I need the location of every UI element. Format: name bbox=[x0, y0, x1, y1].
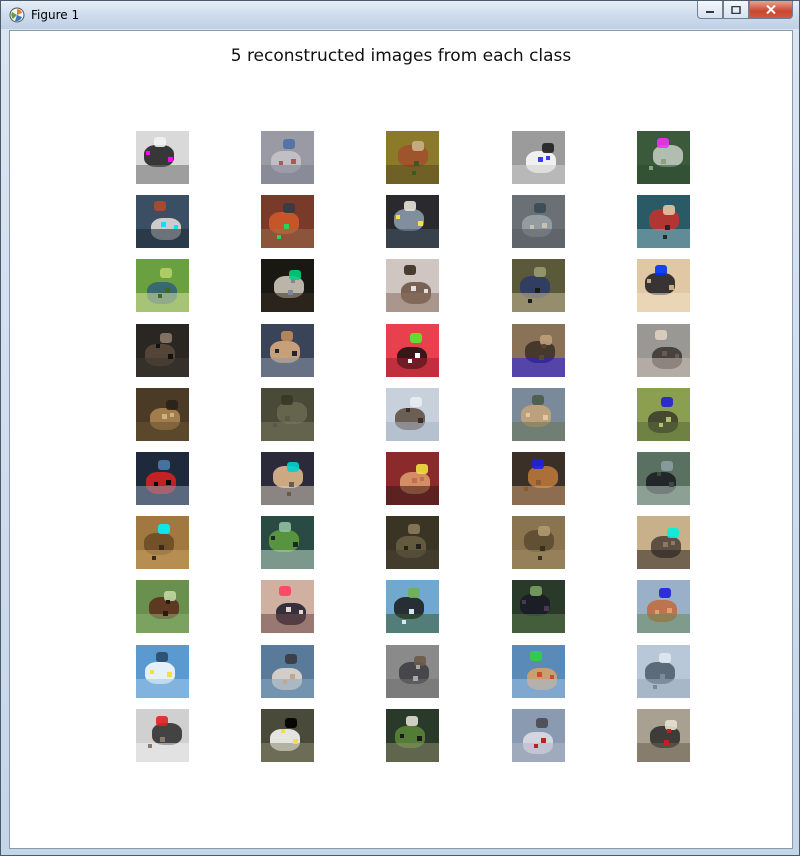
reconstructed-image bbox=[386, 259, 439, 312]
reconstructed-image bbox=[637, 259, 690, 312]
reconstructed-image bbox=[637, 709, 690, 762]
reconstructed-image bbox=[136, 131, 189, 184]
reconstructed-image bbox=[386, 580, 439, 633]
reconstructed-image bbox=[136, 388, 189, 441]
reconstructed-image bbox=[512, 580, 565, 633]
reconstructed-image bbox=[637, 580, 690, 633]
window-controls bbox=[697, 1, 793, 21]
reconstructed-image bbox=[386, 645, 439, 698]
figure-window: Figure 1 5 reconstructed images from eac… bbox=[0, 0, 800, 856]
reconstructed-image bbox=[261, 709, 314, 762]
reconstructed-image bbox=[136, 645, 189, 698]
title-bar[interactable]: Figure 1 bbox=[1, 1, 799, 29]
reconstructed-image bbox=[136, 580, 189, 633]
window-title: Figure 1 bbox=[31, 8, 80, 22]
close-icon bbox=[766, 5, 776, 14]
reconstructed-image bbox=[386, 388, 439, 441]
reconstructed-image bbox=[637, 452, 690, 505]
reconstructed-image bbox=[637, 324, 690, 377]
reconstructed-image bbox=[261, 388, 314, 441]
reconstructed-image bbox=[261, 131, 314, 184]
reconstructed-image bbox=[261, 580, 314, 633]
image-grid bbox=[10, 31, 792, 848]
reconstructed-image bbox=[512, 131, 565, 184]
reconstructed-image bbox=[136, 516, 189, 569]
reconstructed-image bbox=[512, 452, 565, 505]
reconstructed-image bbox=[637, 645, 690, 698]
reconstructed-image bbox=[512, 645, 565, 698]
reconstructed-image bbox=[512, 709, 565, 762]
reconstructed-image bbox=[512, 388, 565, 441]
reconstructed-image bbox=[512, 324, 565, 377]
reconstructed-image bbox=[512, 259, 565, 312]
reconstructed-image bbox=[136, 324, 189, 377]
matplotlib-icon bbox=[9, 7, 25, 23]
reconstructed-image bbox=[637, 195, 690, 248]
reconstructed-image bbox=[261, 259, 314, 312]
reconstructed-image bbox=[136, 259, 189, 312]
reconstructed-image bbox=[386, 324, 439, 377]
reconstructed-image bbox=[512, 516, 565, 569]
maximize-icon bbox=[731, 5, 741, 14]
reconstructed-image bbox=[261, 195, 314, 248]
reconstructed-image bbox=[512, 195, 565, 248]
reconstructed-image bbox=[386, 131, 439, 184]
minimize-icon bbox=[706, 10, 714, 13]
reconstructed-image bbox=[386, 516, 439, 569]
reconstructed-image bbox=[386, 709, 439, 762]
reconstructed-image bbox=[261, 324, 314, 377]
reconstructed-image bbox=[386, 195, 439, 248]
reconstructed-image bbox=[261, 452, 314, 505]
minimize-button[interactable] bbox=[697, 1, 723, 19]
close-button[interactable] bbox=[749, 1, 793, 19]
reconstructed-image bbox=[136, 195, 189, 248]
reconstructed-image bbox=[637, 131, 690, 184]
reconstructed-image bbox=[386, 452, 439, 505]
reconstructed-image bbox=[136, 709, 189, 762]
figure-canvas: 5 reconstructed images from each class bbox=[9, 30, 793, 849]
reconstructed-image bbox=[261, 516, 314, 569]
maximize-button[interactable] bbox=[723, 1, 749, 19]
reconstructed-image bbox=[136, 452, 189, 505]
reconstructed-image bbox=[261, 645, 314, 698]
reconstructed-image bbox=[637, 516, 690, 569]
reconstructed-image bbox=[637, 388, 690, 441]
